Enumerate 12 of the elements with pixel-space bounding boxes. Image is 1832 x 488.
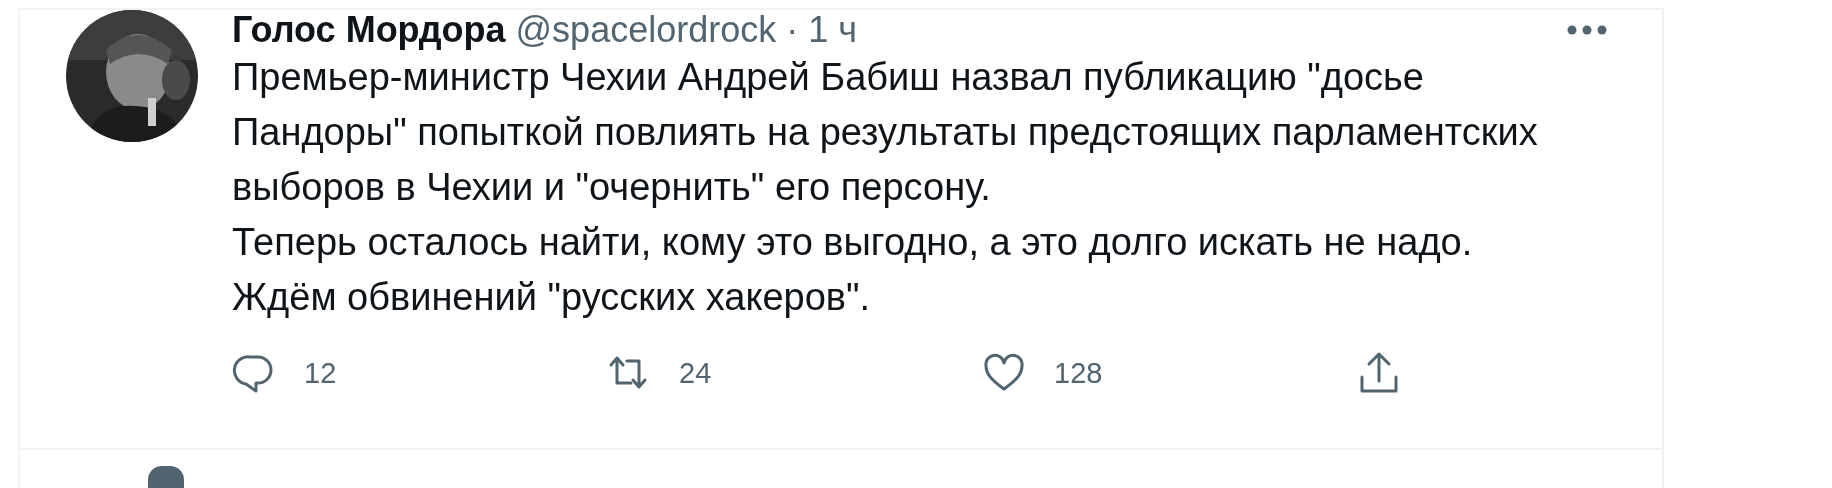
author-name[interactable]: Голос Мордора bbox=[232, 10, 506, 50]
author-handle[interactable]: @spacelordrock bbox=[515, 10, 777, 50]
separator: · bbox=[786, 10, 799, 50]
tweet-text: Ждём обвинений "русских хакеров". bbox=[232, 275, 872, 320]
action-count: 12 bbox=[304, 356, 337, 390]
tweet-text: Теперь осталось найти, кому это выгодно, а это долго искать не надо. bbox=[232, 220, 1474, 265]
more-icon[interactable] bbox=[1566, 24, 1608, 36]
action-count: 128 bbox=[1054, 356, 1103, 390]
avatar-icon bbox=[148, 466, 184, 488]
tweet-text: Премьер-министр Чехии Андрей Бабиш назвал публикацию "досье Пандоры" попыткой повлиять на результаты предстоящих парламентских выборов в Чехии и "очернить" его персону. bbox=[232, 55, 1539, 210]
action-count: 24 bbox=[679, 356, 712, 390]
timestamp[interactable]: 1 ч bbox=[808, 10, 857, 50]
